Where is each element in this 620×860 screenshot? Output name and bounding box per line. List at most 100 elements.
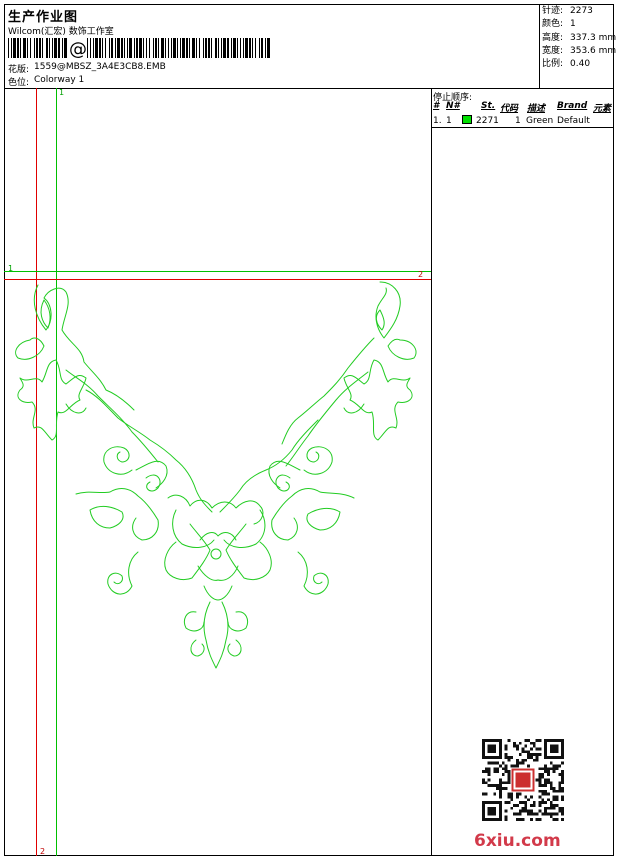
qr-module — [496, 787, 499, 790]
qr-module — [496, 770, 499, 773]
qr-module — [552, 787, 556, 790]
qr-module — [530, 795, 533, 799]
qr-module — [487, 806, 497, 816]
qr-module — [555, 764, 559, 768]
qr-module — [530, 818, 533, 821]
qr-module — [504, 755, 508, 759]
qr-module — [558, 784, 562, 788]
qr-module — [530, 741, 533, 745]
qr-module — [515, 818, 519, 821]
qr-module — [501, 761, 505, 765]
qr-module — [552, 798, 556, 802]
qr-module — [521, 818, 525, 821]
qr-module — [524, 750, 528, 754]
qr-module — [518, 792, 522, 796]
qr-module — [532, 812, 536, 816]
qr-module — [541, 792, 545, 796]
qr-module — [504, 809, 508, 813]
qr-module — [504, 753, 508, 756]
qr-module — [535, 755, 539, 759]
qr-module — [515, 795, 519, 799]
qr-module — [487, 761, 491, 765]
qr-module — [507, 801, 511, 805]
qr-module — [482, 801, 502, 805]
qr-module — [541, 767, 545, 771]
qr-module — [547, 792, 550, 796]
qr-module — [561, 787, 564, 790]
qr-module — [544, 812, 548, 816]
qr-module — [521, 758, 525, 762]
site-watermark: 6xiu.com — [474, 831, 561, 851]
qr-module — [507, 795, 511, 799]
qr-module — [527, 764, 531, 768]
qr-module — [538, 775, 542, 779]
qr-module — [561, 739, 564, 759]
qr-module — [549, 744, 559, 754]
qr-module — [558, 781, 562, 785]
qr-module — [493, 761, 497, 765]
qr-module — [538, 818, 542, 821]
qr-module — [496, 761, 499, 765]
qr-module — [535, 812, 539, 816]
qr-module — [538, 772, 542, 776]
qr-module — [538, 767, 542, 771]
qr-module — [482, 739, 502, 742]
qr-module — [507, 781, 511, 785]
qr-module — [515, 804, 519, 807]
qr-module — [544, 801, 548, 805]
qr-module — [538, 801, 542, 805]
qr-module — [527, 812, 531, 816]
qr-module — [558, 789, 562, 793]
qr-module — [524, 758, 528, 762]
qr-module — [521, 806, 525, 810]
qr-module — [484, 792, 488, 796]
qr-module — [547, 767, 550, 771]
qr-module — [544, 809, 548, 813]
qr-module — [507, 770, 511, 773]
qr-module — [535, 818, 539, 821]
qr-module — [547, 778, 550, 782]
qr-module — [504, 767, 508, 771]
qr-module — [544, 764, 548, 768]
qr-module — [482, 781, 485, 785]
qr-module — [518, 812, 522, 816]
qr-module — [518, 761, 522, 765]
qr-module — [552, 770, 556, 773]
qr-module — [510, 792, 514, 796]
qr-module — [538, 795, 542, 799]
qr-module — [518, 801, 522, 805]
qr-module — [521, 809, 525, 813]
qr-module — [527, 809, 531, 813]
qr-module — [530, 747, 533, 751]
qr-module — [555, 767, 559, 771]
qr-module — [510, 798, 514, 802]
qr-module — [532, 741, 536, 745]
qr-module — [487, 770, 491, 773]
qr-module — [538, 747, 542, 751]
qr-module — [515, 747, 519, 751]
qr-module — [498, 764, 502, 768]
qr-module — [538, 809, 542, 813]
qr-module — [535, 739, 539, 742]
qr-module — [552, 767, 556, 771]
qr-code — [482, 739, 564, 821]
qr-module — [555, 812, 559, 816]
qr-module — [513, 744, 516, 748]
qr-module — [498, 795, 502, 799]
qr-module — [549, 767, 553, 771]
qr-module — [538, 753, 542, 756]
qr-module — [561, 809, 564, 813]
qr-module — [555, 798, 559, 802]
qr-module — [504, 747, 508, 751]
qr-module — [513, 741, 516, 745]
qr-module — [547, 806, 550, 810]
qr-module — [498, 781, 502, 785]
qr-module — [552, 795, 556, 799]
qr-module — [498, 739, 502, 759]
qr-module — [561, 775, 564, 779]
qr-module — [501, 767, 505, 771]
qr-module — [561, 795, 564, 799]
qr-module — [541, 772, 545, 776]
qr-module — [515, 812, 519, 816]
qr-module — [507, 755, 511, 759]
